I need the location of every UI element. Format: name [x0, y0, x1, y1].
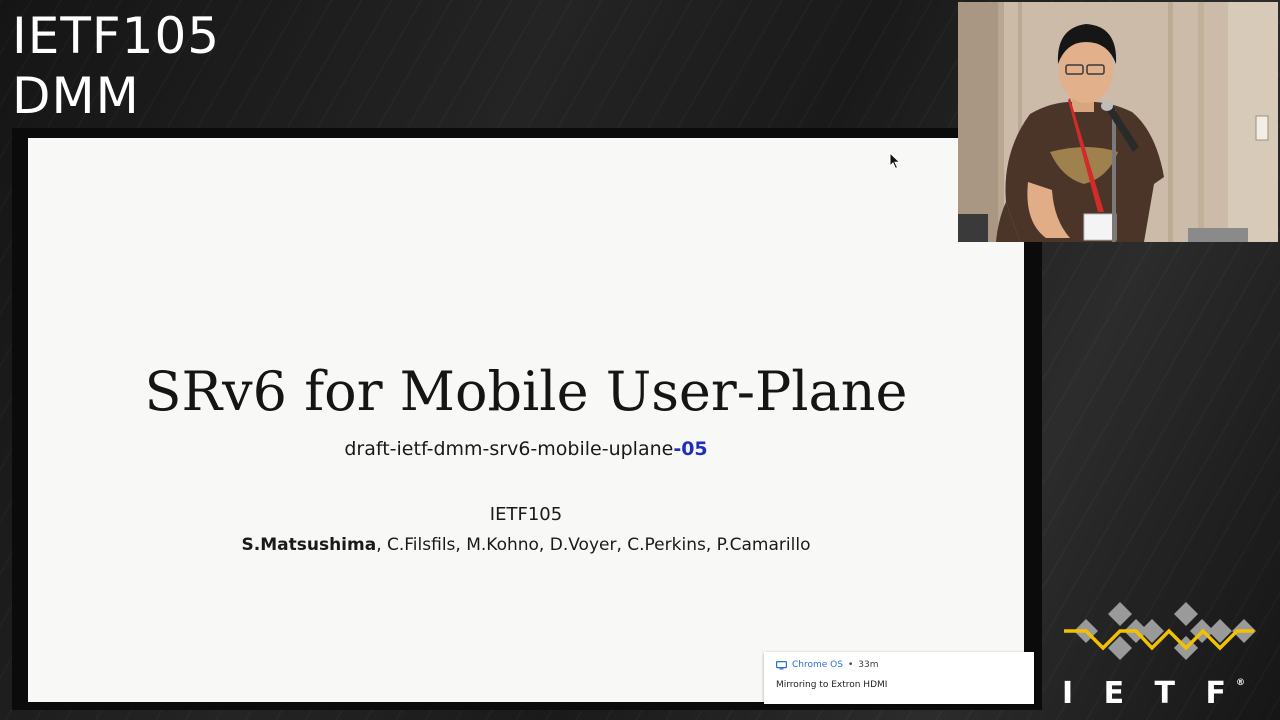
draft-name: draft-ietf-dmm-srv6-mobile-uplane-05 [28, 438, 1024, 460]
slide-event: IETF105 [489, 504, 563, 525]
mouse-cursor-icon [889, 152, 901, 170]
registered-mark: ® [1235, 678, 1245, 688]
author-list: S.Matsushima, C.Filsfils, M.Kohno, D.Voy… [28, 535, 1024, 555]
ietf-logo: I E T F® [1058, 600, 1258, 711]
ietf-logo-text: I E T F [1062, 676, 1236, 711]
mirroring-notification[interactable]: Chrome OS • 33m Mirroring to Extron HDMI [764, 652, 1034, 704]
event-overlay-title: IETF105 DMM [12, 6, 220, 126]
notification-separator: • [847, 660, 854, 670]
slide-title: SRv6 for Mobile User-Plane [144, 360, 908, 423]
notification-header: Chrome OS • 33m [776, 660, 879, 670]
presentation-slide: SRv6 for Mobile User-Plane draft-ietf-dm… [28, 138, 1024, 702]
draft-prefix: draft-ietf-dmm-srv6-mobile-uplane [344, 438, 674, 460]
draft-version: -05 [673, 438, 708, 460]
speaker-video-feed [958, 2, 1278, 242]
ietf-diamond-logo-icon [1064, 602, 1256, 660]
overlay-line-group: DMM [12, 67, 140, 125]
monitor-icon [776, 660, 787, 669]
notification-app-name: Chrome OS [792, 660, 843, 670]
co-authors: , C.Filsfils, M.Kohno, D.Voyer, C.Perkin… [376, 535, 811, 555]
overlay-line-event: IETF105 [12, 7, 221, 65]
notification-time: 33m [858, 660, 879, 670]
lead-author: S.Matsushima [241, 535, 377, 555]
notification-message: Mirroring to Extron HDMI [776, 680, 888, 690]
